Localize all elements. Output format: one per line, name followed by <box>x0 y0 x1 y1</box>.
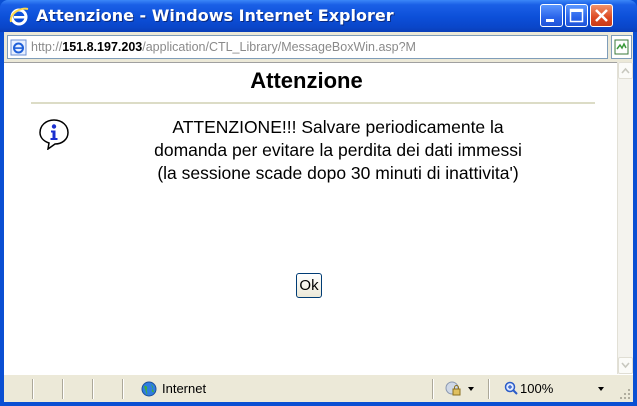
chevron-down-icon[interactable] <box>468 387 474 391</box>
status-separator <box>92 379 94 399</box>
ie-window: Attenzione - Windows Internet Explorer h… <box>0 0 637 406</box>
scroll-up-button[interactable] <box>618 62 633 79</box>
ok-button[interactable]: Ok <box>296 273 322 298</box>
address-bar: http://151.8.197.203/application/CTL_Lib… <box>4 32 633 62</box>
vertical-scrollbar[interactable] <box>617 62 633 374</box>
minimize-icon <box>546 19 554 22</box>
message-line: domanda per evitare la perdita dei dati … <box>154 140 522 160</box>
zoom-level[interactable]: 100% <box>520 381 553 396</box>
minimize-button[interactable] <box>540 4 563 27</box>
status-separator <box>62 379 64 399</box>
status-bar: Internet 100% <box>4 374 633 402</box>
divider <box>31 102 595 104</box>
protected-mode-icon[interactable] <box>445 381 461 397</box>
close-button[interactable] <box>590 4 613 27</box>
message-line: ATTENZIONE!!! Salvare periodicamente la <box>172 117 504 137</box>
globe-icon <box>141 381 157 397</box>
dialog-message: ATTENZIONE!!! Salvare periodicamente la … <box>88 116 588 185</box>
status-separator <box>488 379 490 399</box>
status-separator <box>122 379 124 399</box>
title-bar[interactable]: Attenzione - Windows Internet Explorer <box>0 0 637 32</box>
maximize-icon <box>569 8 584 23</box>
chevron-down-icon[interactable] <box>598 387 604 391</box>
maximize-button[interactable] <box>565 4 588 27</box>
info-icon <box>39 119 69 150</box>
ie-page-icon <box>10 39 27 56</box>
status-separator <box>32 379 34 399</box>
address-field[interactable]: http://151.8.197.203/application/CTL_Lib… <box>7 35 608 59</box>
window-title: Attenzione - Windows Internet Explorer <box>36 6 394 25</box>
status-separator <box>432 379 434 399</box>
broken-page-icon <box>614 39 629 55</box>
message-line: (la sessione scade dopo 30 minuti di ina… <box>157 163 519 183</box>
zone-label: Internet <box>162 381 207 396</box>
ie-logo-icon <box>9 7 29 26</box>
resize-grip-icon[interactable] <box>619 388 631 400</box>
close-icon <box>595 9 608 22</box>
zoom-icon <box>504 381 518 395</box>
compatibility-button[interactable] <box>611 35 632 59</box>
address-url: http://151.8.197.203/application/CTL_Lib… <box>31 40 416 54</box>
dialog-heading: Attenzione <box>250 68 363 93</box>
scroll-down-button[interactable] <box>618 357 633 374</box>
page-content <box>4 62 617 374</box>
chevron-up-icon <box>621 67 630 74</box>
chevron-down-icon <box>621 362 630 369</box>
